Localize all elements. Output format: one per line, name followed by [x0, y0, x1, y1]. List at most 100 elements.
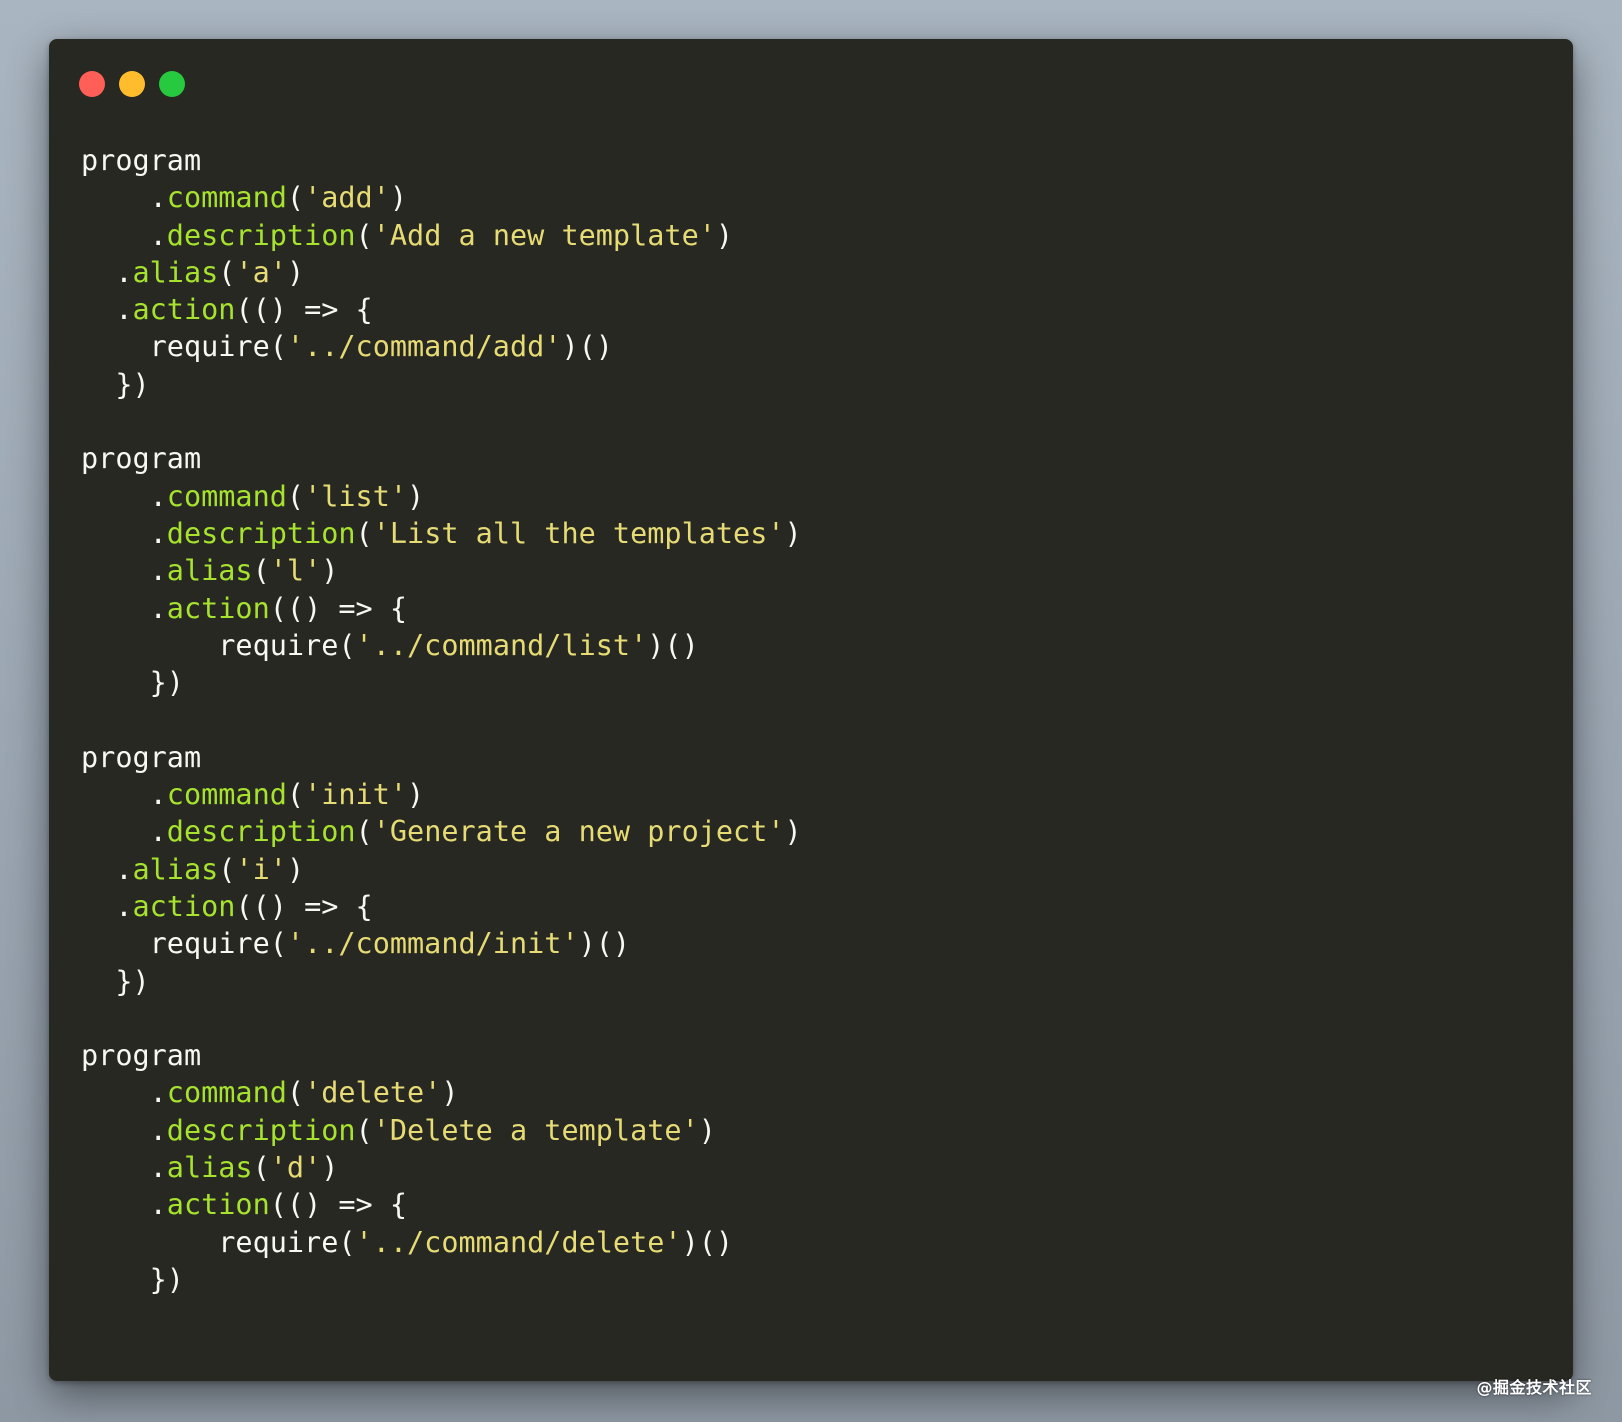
- code-line: .description('List all the templates'): [81, 515, 802, 552]
- code-token-string: 'l': [269, 554, 322, 588]
- code-token-method: command: [166, 1076, 287, 1110]
- code-token-plain: .: [81, 218, 167, 252]
- code-token-plain: ): [389, 181, 408, 215]
- code-line: .alias('d'): [81, 1149, 802, 1186]
- code-token-plain: .: [81, 293, 133, 327]
- code-window: program .command('add') .description('Ad…: [49, 39, 1573, 1381]
- code-token-string: '../command/add': [286, 330, 562, 364]
- code-token-plain: )(): [561, 330, 613, 364]
- code-token-method: command: [166, 479, 287, 513]
- code-token-plain: .: [81, 591, 167, 625]
- code-line: .command('init'): [81, 776, 802, 813]
- code-token-plain: }): [81, 964, 150, 998]
- code-line: .action(() => {: [81, 291, 802, 328]
- code-token-string: 'Generate a new project': [372, 815, 785, 849]
- code-token-plain: program: [81, 1039, 202, 1073]
- code-token-plain: program: [81, 144, 202, 177]
- code-line: program: [81, 739, 802, 776]
- code-token-plain: (() => {: [235, 293, 373, 327]
- code-line: .action(() => {: [81, 888, 802, 925]
- code-token-method: alias: [166, 554, 253, 588]
- code-token-method: description: [166, 516, 356, 550]
- code-token-string: 'list': [304, 479, 408, 513]
- code-token-string: 'List all the templates': [372, 516, 785, 550]
- code-token-plain: (: [218, 255, 236, 289]
- code-token-plain: require(: [81, 330, 287, 364]
- code-line: require('../command/list')(): [81, 627, 802, 664]
- code-token-plain: (: [286, 1076, 305, 1110]
- code-line: .description('Delete a template'): [81, 1112, 802, 1149]
- code-token-method: description: [166, 1113, 356, 1147]
- code-token-method: alias: [166, 1151, 253, 1185]
- code-token-plain: ): [784, 815, 802, 849]
- code-token-string: 'a': [235, 255, 287, 289]
- code-token-string: 'd': [269, 1151, 322, 1185]
- code-token-string: '../command/init': [286, 927, 579, 961]
- code-token-method: alias: [132, 852, 219, 886]
- code-token-plain: .: [81, 852, 133, 886]
- code-token-string: 'Delete a template': [372, 1113, 699, 1147]
- code-token-plain: ): [286, 852, 305, 886]
- code-line: program: [81, 440, 802, 477]
- code-token-plain: (: [286, 778, 305, 812]
- code-token-method: action: [166, 591, 270, 625]
- code-line: .alias('a'): [81, 254, 802, 291]
- code-line: .description('Add a new template'): [81, 217, 802, 254]
- code-token-plain: (: [355, 516, 373, 550]
- close-button[interactable]: [79, 71, 105, 97]
- code-line: program: [81, 142, 802, 179]
- code-block: program .command('add') .description('Ad…: [81, 142, 802, 1298]
- code-token-plain: ): [321, 1151, 339, 1185]
- code-line: .action(() => {: [81, 590, 802, 627]
- code-token-plain: require(: [81, 927, 287, 961]
- code-token-plain: }): [81, 666, 184, 700]
- code-token-string: 'init': [304, 778, 408, 812]
- code-token-plain: (: [218, 852, 236, 886]
- code-token-plain: require(: [81, 628, 356, 662]
- code-token-plain: (() => {: [269, 1188, 408, 1222]
- watermark: @掘金技术社区: [1476, 1378, 1592, 1397]
- code-token-plain: .: [81, 181, 167, 215]
- code-token-plain: ): [784, 516, 802, 550]
- code-line: .command('delete'): [81, 1074, 802, 1111]
- code-token-plain: ): [698, 1113, 716, 1147]
- code-token-plain: ): [715, 218, 734, 252]
- code-token-plain: .: [81, 889, 133, 923]
- code-token-plain: .: [81, 1151, 167, 1185]
- code-token-plain: (() => {: [235, 889, 373, 923]
- code-token-plain: (: [286, 181, 305, 215]
- minimize-button[interactable]: [119, 71, 145, 97]
- code-token-method: command: [166, 181, 287, 215]
- code-line: .command('add'): [81, 179, 802, 216]
- code-token-string: 'i': [235, 852, 287, 886]
- code-line: }): [81, 1261, 802, 1298]
- code-token-plain: (: [252, 554, 270, 588]
- code-token-plain: )(): [681, 1225, 734, 1259]
- code-token-method: alias: [132, 255, 219, 289]
- code-token-method: action: [132, 293, 236, 327]
- code-line: require('../command/add')(): [81, 328, 802, 365]
- code-token-plain: (: [252, 1151, 270, 1185]
- code-token-plain: program: [81, 740, 202, 774]
- code-line: }): [81, 664, 802, 701]
- code-token-plain: )(): [647, 628, 699, 662]
- code-token-plain: )(): [578, 927, 631, 961]
- code-token-plain: (: [355, 1113, 373, 1147]
- code-line: require('../command/init')(): [81, 925, 802, 962]
- code-token-plain: program: [81, 442, 202, 476]
- code-token-plain: (() => {: [269, 591, 408, 625]
- code-token-method: description: [166, 218, 356, 252]
- code-token-plain: .: [81, 479, 167, 513]
- code-token-string: 'add': [304, 181, 390, 215]
- code-token-method: action: [166, 1188, 270, 1222]
- code-line: }): [81, 963, 802, 1000]
- code-token-plain: .: [81, 516, 167, 550]
- code-line: program: [81, 1037, 802, 1074]
- zoom-button[interactable]: [159, 71, 185, 97]
- window-controls: [79, 71, 185, 97]
- code-token-plain: ): [321, 554, 339, 588]
- code-token-string: 'delete': [304, 1076, 442, 1110]
- code-token-method: description: [166, 815, 356, 849]
